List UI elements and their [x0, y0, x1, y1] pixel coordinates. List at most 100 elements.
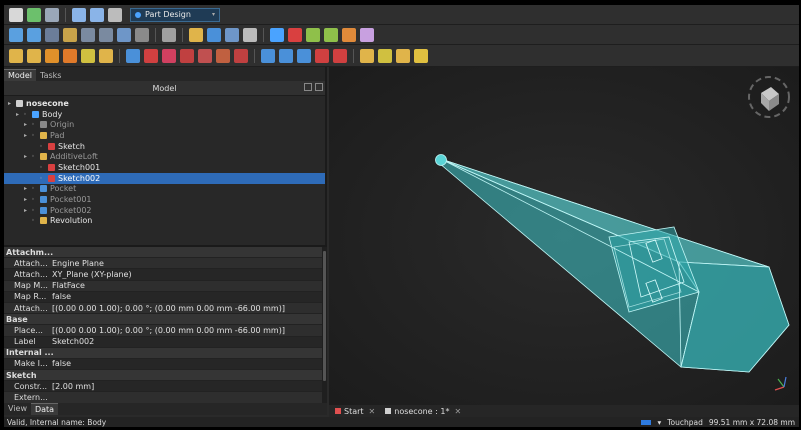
expand-arrow-icon[interactable]: ▸ — [6, 100, 13, 107]
visibility-icon[interactable]: ◦ — [21, 111, 29, 118]
subtractive-loft-icon[interactable] — [180, 48, 194, 63]
expand-arrow-icon[interactable]: ▸ — [14, 111, 21, 118]
tree-item[interactable]: ▸ ◦ Pocket002 — [4, 205, 325, 216]
visibility-icon[interactable]: ◦ — [29, 132, 37, 139]
revolution-icon[interactable] — [27, 48, 41, 63]
tree-item[interactable]: ▸ ◦ Pocket — [4, 184, 325, 195]
property-row[interactable]: Place... [(0.00 0.00 1.00); 0.00 °; (0.00… — [4, 325, 327, 337]
doc-tab-nosecone[interactable]: nosecone : 1* ✕ — [385, 407, 461, 416]
refresh-icon[interactable] — [108, 7, 122, 22]
fillet-icon[interactable] — [333, 48, 347, 63]
section-icon[interactable] — [135, 27, 149, 42]
visibility-icon[interactable]: ◦ — [29, 196, 37, 203]
expand-arrow-icon[interactable]: ▸ — [22, 121, 29, 128]
subtractive-pipe-icon[interactable] — [198, 48, 212, 63]
multi-transform-icon[interactable] — [315, 48, 329, 63]
additive-loft-icon[interactable] — [45, 48, 59, 63]
draft-icon[interactable] — [378, 48, 392, 63]
subtractive-primitive-icon[interactable] — [234, 48, 248, 63]
tree-item[interactable]: ▸ ◦ Origin — [4, 119, 325, 130]
property-value[interactable]: Engine Plane — [48, 259, 104, 268]
property-value[interactable]: [(0.00 0.00 1.00); 0.00 °; (0.00 mm 0.00… — [48, 326, 285, 335]
doc-tab-start[interactable]: Start ✕ — [335, 407, 375, 416]
property-row[interactable]: Extern... — [4, 392, 327, 404]
expand-arrow-icon[interactable]: ▸ — [22, 196, 29, 203]
scrollbar-thumb[interactable] — [323, 251, 326, 381]
zoom-icon[interactable] — [117, 27, 131, 42]
hole-icon[interactable] — [144, 48, 158, 63]
tab-data[interactable]: Data — [30, 403, 59, 415]
chamfer-icon[interactable] — [360, 48, 374, 63]
close-tab-icon[interactable]: ✕ — [369, 407, 376, 416]
chevron-down-icon[interactable]: ▾ — [657, 418, 661, 427]
tree-item[interactable]: ▸ nosecone — [4, 98, 325, 109]
property-row[interactable]: Constr... [2.00 mm] — [4, 381, 327, 393]
body-icon[interactable] — [270, 27, 284, 42]
property-row[interactable]: Label Sketch002 — [4, 337, 327, 348]
visibility-icon[interactable]: ◦ — [29, 217, 37, 224]
mirrored-icon[interactable] — [261, 48, 275, 63]
bounding-box-icon[interactable] — [63, 27, 77, 42]
tree-item[interactable]: ▸ ◦ AdditiveLoft — [4, 151, 325, 162]
datum-plane-icon[interactable] — [360, 27, 374, 42]
property-row[interactable]: Attach... Engine Plane — [4, 258, 327, 270]
property-value[interactable]: Sketch002 — [48, 337, 94, 346]
sketch-icon[interactable] — [288, 27, 302, 42]
expand-arrow-icon[interactable]: ▸ — [22, 153, 29, 160]
workbench-selector[interactable]: Part Design ▾ — [130, 7, 220, 22]
whats-this-icon[interactable] — [162, 27, 176, 42]
visibility-icon[interactable]: ◦ — [37, 143, 45, 150]
float-panel-icon[interactable] — [304, 83, 312, 91]
additive-helix-icon[interactable] — [81, 48, 95, 63]
navigation-style[interactable]: Touchpad — [667, 418, 703, 427]
visibility-icon[interactable]: ◦ — [29, 185, 37, 192]
fit-selection-icon[interactable] — [27, 27, 41, 42]
tree-item[interactable]: ◦ Sketch — [4, 141, 325, 152]
tab-view[interactable]: View — [4, 403, 31, 415]
property-value[interactable]: false — [48, 359, 71, 368]
linear-pattern-icon[interactable] — [279, 48, 293, 63]
pocket-icon[interactable] — [126, 48, 140, 63]
tab-model[interactable]: Model — [4, 69, 37, 81]
close-panel-icon[interactable] — [315, 83, 323, 91]
expand-arrow-icon[interactable]: ▸ — [22, 207, 29, 214]
subtractive-helix-icon[interactable] — [216, 48, 230, 63]
visibility-icon[interactable]: ◦ — [29, 153, 37, 160]
property-value[interactable]: false — [48, 292, 71, 301]
redo-icon[interactable] — [90, 7, 104, 22]
datum-point-icon[interactable] — [342, 27, 356, 42]
tree-item[interactable]: ◦ Sketch002 — [4, 172, 325, 184]
fit-all-icon[interactable] — [9, 27, 23, 42]
pad-icon[interactable] — [9, 48, 23, 63]
visibility-icon[interactable]: ◦ — [29, 207, 37, 214]
part-icon[interactable] — [189, 27, 203, 42]
additive-primitive-icon[interactable] — [99, 48, 113, 63]
macro-icon[interactable] — [243, 27, 257, 42]
tab-tasks[interactable]: Tasks — [36, 70, 65, 81]
link-icon[interactable] — [225, 27, 239, 42]
polar-pattern-icon[interactable] — [297, 48, 311, 63]
close-tab-icon[interactable]: ✕ — [454, 407, 461, 416]
property-row[interactable]: Map M... FlatFace — [4, 280, 327, 292]
undo-icon[interactable] — [72, 7, 86, 22]
measure-icon[interactable] — [99, 27, 113, 42]
folder-icon[interactable] — [207, 27, 221, 42]
property-scrollbar[interactable] — [322, 247, 327, 407]
visibility-icon[interactable]: ◦ — [29, 121, 37, 128]
property-value[interactable]: FlatFace — [48, 281, 85, 290]
property-value[interactable]: [2.00 mm] — [48, 382, 94, 391]
validate-sketch-icon[interactable] — [306, 27, 320, 42]
std-views-icon[interactable] — [81, 27, 95, 42]
visibility-icon[interactable]: ◦ — [37, 175, 45, 182]
draw-style-icon[interactable] — [45, 27, 59, 42]
tree-item[interactable]: ▸ ◦ Pad — [4, 130, 325, 141]
property-value[interactable]: [(0.00 0.00 1.00); 0.00 °; (0.00 mm 0.00… — [48, 304, 285, 313]
groove-icon[interactable] — [162, 48, 176, 63]
3d-viewport[interactable] — [329, 67, 799, 405]
expand-arrow-icon[interactable]: ▸ — [22, 185, 29, 192]
tree-item[interactable]: ◦ Revolution — [4, 216, 325, 227]
expand-arrow-icon[interactable]: ▸ — [22, 132, 29, 139]
boolean-icon[interactable] — [414, 48, 428, 63]
additive-pipe-icon[interactable] — [63, 48, 77, 63]
property-row[interactable]: Map R... false — [4, 292, 327, 303]
